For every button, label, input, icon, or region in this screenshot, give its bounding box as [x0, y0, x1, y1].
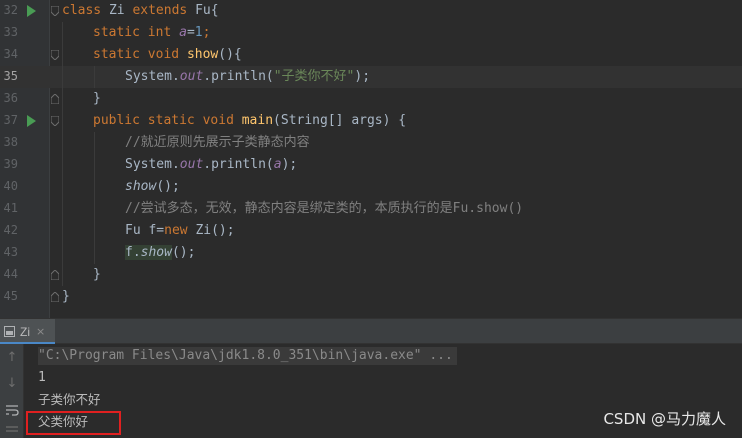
code-comment: //尝试多态，无效，静态内容是绑定类的，本质执行的是Fu.show()	[125, 201, 524, 216]
code-line-37[interactable]: 37 public static void main(String[] args…	[0, 110, 742, 132]
code-text: Fu f=new Zi();	[125, 223, 235, 238]
indent-guide	[94, 176, 95, 198]
indent-guide	[62, 66, 63, 88]
run-gutter-icon[interactable]	[27, 5, 36, 17]
indent-guide	[62, 88, 63, 110]
line-number: 34	[3, 47, 18, 61]
indent-guide	[62, 264, 63, 286]
line-number: 45	[3, 289, 18, 303]
code-line-43[interactable]: 43 f.show();	[0, 242, 742, 264]
line-number: 43	[3, 245, 18, 259]
line-number: 42	[3, 223, 18, 237]
code-line-36[interactable]: 36 }	[0, 88, 742, 110]
code-comment: //就近原则先展示子类静态内容	[125, 135, 310, 150]
indent-guide	[62, 22, 63, 44]
indent-guide	[62, 220, 63, 242]
indent-guide	[94, 154, 95, 176]
fold-icon[interactable]	[51, 50, 59, 60]
code-text: System.out.println("子类你不好");	[125, 69, 371, 84]
code-line-42[interactable]: 42 Fu f=new Zi();	[0, 220, 742, 242]
soft-wrap-icon[interactable]	[4, 402, 20, 418]
scroll-end-icon[interactable]	[4, 424, 20, 438]
code-text: }	[93, 267, 101, 282]
code-line-41[interactable]: 41 //尝试多态，无效，静态内容是绑定类的，本质执行的是Fu.show()	[0, 198, 742, 220]
run-tool-window-header: Zi ×	[0, 318, 742, 344]
code-text: }	[93, 91, 101, 106]
run-tab-label: Zi	[20, 324, 30, 339]
indent-guide	[62, 132, 63, 154]
code-editor[interactable]: 32 class Zi extends Fu{ 33 static int a=…	[0, 0, 742, 318]
indent-guide	[62, 198, 63, 220]
code-text: f.show();	[125, 245, 196, 260]
fold-icon[interactable]	[51, 94, 59, 104]
line-number: 36	[3, 91, 18, 105]
code-text: static int a=1;	[93, 25, 211, 40]
code-text: public static void main(String[] args) {	[93, 113, 407, 128]
console-command-line: "C:\Program Files\Java\jdk1.8.0_351\bin\…	[38, 347, 457, 365]
line-number: 32	[3, 3, 18, 17]
indent-guide	[94, 220, 95, 242]
code-line-45[interactable]: 45 }	[0, 286, 742, 308]
indent-guide	[94, 132, 95, 154]
code-text: class Zi extends Fu{	[62, 3, 219, 18]
line-number: 44	[3, 267, 18, 281]
console-output-line: 子类你不好	[38, 392, 101, 407]
console-toolbar: ↑ ↓	[0, 344, 24, 438]
code-line-40[interactable]: 40 show();	[0, 176, 742, 198]
highlight-annotation-box	[26, 411, 121, 435]
line-number: 41	[3, 201, 18, 215]
code-line-44[interactable]: 44 }	[0, 264, 742, 286]
code-line-34[interactable]: 34 static void show(){	[0, 44, 742, 66]
line-number: 33	[3, 25, 18, 39]
run-tab[interactable]: Zi ×	[0, 319, 56, 344]
code-line-32[interactable]: 32 class Zi extends Fu{	[0, 0, 742, 22]
indent-guide	[62, 176, 63, 198]
close-icon[interactable]: ×	[36, 325, 45, 338]
fold-icon[interactable]	[51, 116, 59, 126]
code-text: }	[62, 289, 70, 304]
watermark: CSDN @马力魔人	[603, 410, 726, 428]
indent-guide	[62, 110, 63, 132]
arrow-up-icon[interactable]: ↑	[4, 350, 20, 366]
code-line-38[interactable]: 38 //就近原则先展示子类静态内容	[0, 132, 742, 154]
code-text: System.out.println(a);	[125, 157, 298, 172]
indent-guide	[62, 242, 63, 264]
code-line-35[interactable]: 35 System.out.println("子类你不好");	[0, 66, 742, 88]
fold-icon[interactable]	[51, 292, 59, 302]
code-text: show();	[125, 179, 180, 194]
indent-guide	[94, 66, 95, 88]
run-gutter-icon[interactable]	[27, 115, 36, 127]
line-number: 40	[3, 179, 18, 193]
run-config-icon	[4, 326, 15, 337]
arrow-down-icon[interactable]: ↓	[4, 376, 20, 392]
line-number: 38	[3, 135, 18, 149]
line-number: 39	[3, 157, 18, 171]
fold-icon[interactable]	[51, 6, 59, 16]
indent-guide	[62, 154, 63, 176]
line-number: 35	[3, 69, 18, 83]
indent-guide	[62, 44, 63, 66]
code-text: static void show(){	[93, 47, 242, 62]
code-line-39[interactable]: 39 System.out.println(a);	[0, 154, 742, 176]
indent-guide	[94, 198, 95, 220]
indent-guide	[94, 242, 95, 264]
line-number: 37	[3, 113, 18, 127]
console-output-line: 1	[38, 370, 46, 385]
code-line-33[interactable]: 33 static int a=1;	[0, 22, 742, 44]
fold-icon[interactable]	[51, 270, 59, 280]
